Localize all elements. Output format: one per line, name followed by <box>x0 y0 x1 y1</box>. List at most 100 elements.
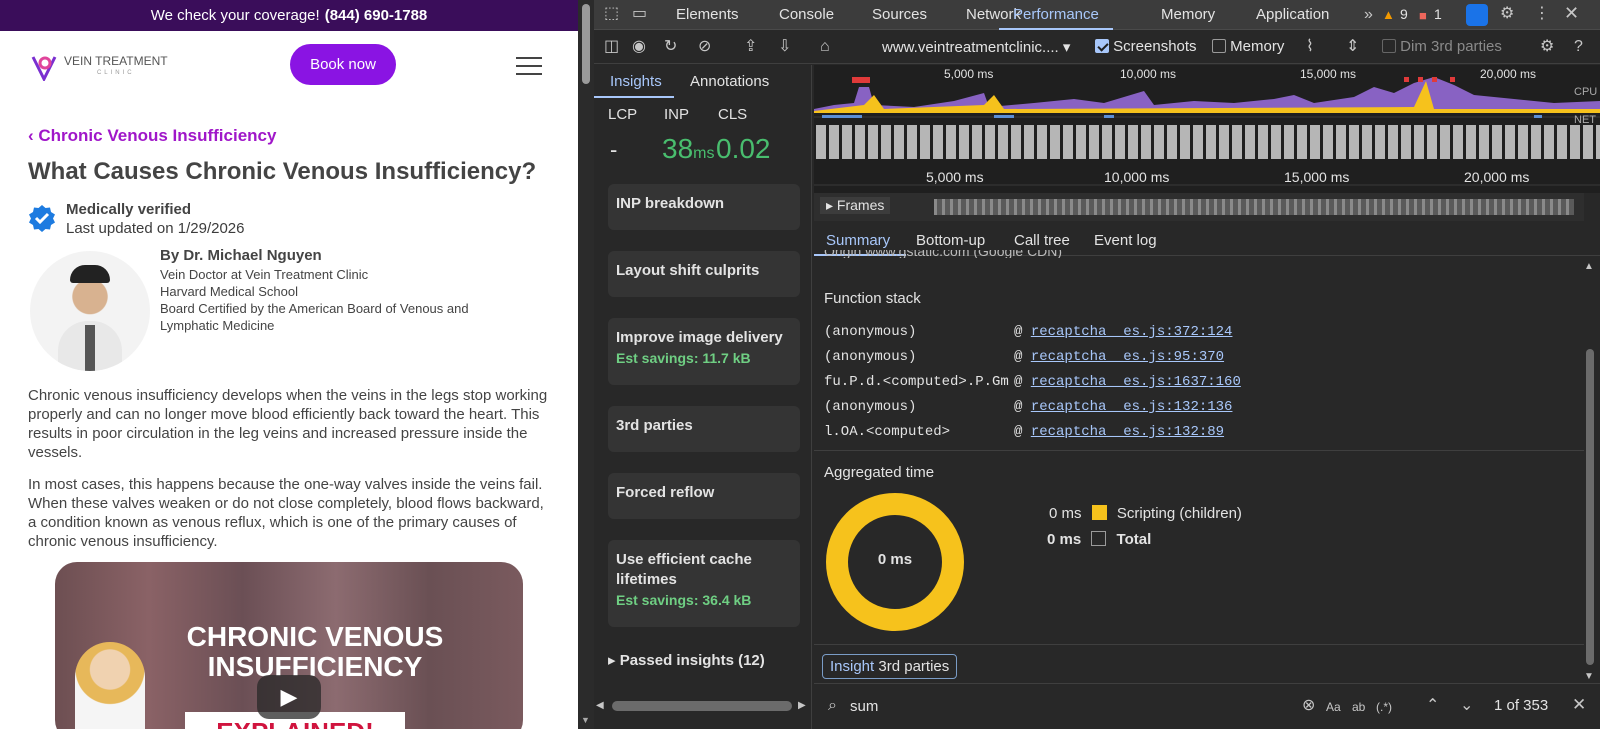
settings-gear-icon[interactable]: ⚙ <box>1500 6 1514 22</box>
net-label: NET <box>1574 114 1596 126</box>
play-icon[interactable]: ▶ <box>257 675 321 719</box>
sidebar-scrollbar[interactable] <box>612 701 792 711</box>
author-name[interactable]: By Dr. Michael Nguyen <box>160 246 530 266</box>
logo-text: VEIN TREATMENT <box>64 54 168 68</box>
scroll-up-icon[interactable]: ▲ <box>1584 259 1594 275</box>
previous-match-icon[interactable]: ⌃ <box>1426 698 1439 714</box>
source-link[interactable]: recaptcha__es.js:95:370 <box>1031 349 1224 365</box>
screenshot-thumbnail <box>842 125 852 159</box>
article-paragraph: Chronic venous insufficiency develops wh… <box>28 387 548 461</box>
hamburger-menu-icon[interactable] <box>516 57 542 75</box>
cls-label: CLS <box>718 106 748 123</box>
regex-icon[interactable]: (.*) <box>1376 699 1392 715</box>
error-icon[interactable]: ■ <box>1419 8 1427 24</box>
capture-settings-icon[interactable]: ⚙ <box>1540 39 1554 55</box>
device-toolbar-icon[interactable]: ▭ <box>632 6 647 22</box>
insight-cache-lifetimes[interactable]: Use efficient cache lifetimes Est savings… <box>608 540 800 627</box>
video-thumbnail[interactable]: CHRONIC VENOUS INSUFFICIENCY EXPLAINED! … <box>55 562 523 729</box>
verification-block: Medically verified Last updated on 1/29/… <box>28 200 245 238</box>
screenshot-thumbnail <box>868 125 878 159</box>
scrollbar-thumb[interactable] <box>582 4 590 84</box>
tab-bottom-up[interactable]: Bottom-up <box>916 232 985 249</box>
record-icon[interactable]: ◉ <box>632 39 646 55</box>
insight-pill[interactable]: Insight 3rd parties <box>822 654 958 679</box>
next-match-icon[interactable]: ⌄ <box>1460 698 1473 714</box>
screenshot-thumbnail <box>1492 125 1502 159</box>
insight-image-delivery[interactable]: Improve image delivery Est savings: 11.7 … <box>608 318 800 385</box>
error-count[interactable]: 1 <box>1434 0 1442 30</box>
reload-record-icon[interactable]: ↻ <box>664 39 677 55</box>
tab-event-log[interactable]: Event log <box>1094 232 1157 249</box>
frames-track-label[interactable]: ▸ Frames <box>820 197 891 214</box>
clear-search-icon[interactable]: ⊗ <box>1302 698 1315 714</box>
breadcrumb[interactable]: ‹ Chronic Venous Insufficiency <box>28 126 276 146</box>
tab-performance[interactable]: Performance <box>999 0 1113 30</box>
timeline-tick: 10,000 ms <box>1104 169 1170 185</box>
match-case-icon[interactable]: Aa <box>1326 699 1341 715</box>
insight-inp-breakdown[interactable]: INP breakdown <box>608 184 800 230</box>
home-icon[interactable]: ⌂ <box>820 39 830 55</box>
warning-count[interactable]: 9 <box>1400 0 1408 30</box>
tab-elements[interactable]: Elements <box>676 0 739 30</box>
tab-sources[interactable]: Sources <box>872 0 927 30</box>
details-scrollbar[interactable] <box>1586 349 1594 665</box>
scroll-left-icon[interactable]: ◀ <box>596 698 604 714</box>
tab-annotations[interactable]: Annotations <box>690 73 769 90</box>
screenshot-thumbnail <box>920 125 930 159</box>
upload-icon[interactable]: ⇪ <box>744 39 757 55</box>
scroll-down-icon[interactable]: ▼ <box>581 715 590 725</box>
more-options-icon[interactable]: ⋮ <box>1534 6 1550 22</box>
whole-word-icon[interactable]: ab <box>1352 699 1365 715</box>
more-tabs-icon[interactable]: » <box>1364 7 1373 23</box>
insight-3rd-parties[interactable]: 3rd parties <box>608 406 800 452</box>
passed-insights-toggle[interactable]: ▸ Passed insights (12) <box>608 651 765 669</box>
screenshot-thumbnail <box>972 125 982 159</box>
source-link[interactable]: recaptcha__es.js:132:89 <box>1031 424 1224 440</box>
timeline-overview[interactable]: 5,000 ms 10,000 ms 15,000 ms 20,000 ms C… <box>814 65 1600 193</box>
source-link[interactable]: recaptcha__es.js:1637:160 <box>1031 374 1241 390</box>
screenshot-thumbnail <box>1453 125 1463 159</box>
source-link[interactable]: recaptcha__es.js:372:124 <box>1031 324 1233 340</box>
warning-icon[interactable]: ▲ <box>1382 7 1395 23</box>
site-logo[interactable]: VEIN TREATMENT CLINIC <box>30 53 168 81</box>
clear-icon[interactable]: ⊘ <box>698 39 711 55</box>
stack-frame: (anonymous) @ recaptcha__es.js:132:136 <box>824 399 1233 415</box>
tab-summary[interactable]: Summary <box>826 232 890 249</box>
frames-track[interactable]: ▸ Frames <box>814 193 1584 221</box>
inspect-element-icon[interactable]: ⬚ <box>604 6 619 22</box>
screenshot-thumbnail <box>1310 125 1320 159</box>
memory-checkbox[interactable]: Memory <box>1212 38 1284 55</box>
screenshots-checkbox[interactable]: Screenshots <box>1095 38 1197 55</box>
tab-call-tree[interactable]: Call tree <box>1014 232 1070 249</box>
stack-frame: (anonymous) @ recaptcha__es.js:95:370 <box>824 349 1225 365</box>
tab-memory[interactable]: Memory <box>1161 0 1215 30</box>
ai-assistance-icon[interactable] <box>1466 4 1488 26</box>
screenshot-thumbnail <box>1297 125 1307 159</box>
garbage-collect-icon[interactable]: ⌇ <box>1306 39 1314 55</box>
coverage-banner[interactable]: We check your coverage! (844) 690-1788 <box>0 0 578 31</box>
help-icon[interactable]: ? <box>1574 39 1583 55</box>
recording-url-select[interactable]: www.veintreatmentclinic.... ▾ <box>882 38 1070 56</box>
screenshot-thumbnail <box>998 125 1008 159</box>
close-devtools-icon[interactable]: ✕ <box>1564 4 1579 22</box>
author-line: Vein Doctor at Vein Treatment Clinic <box>160 267 369 282</box>
logo-subtext: CLINIC <box>96 70 135 76</box>
search-input[interactable] <box>850 694 1290 718</box>
sidebar-toggle-icon[interactable]: ◫ <box>604 39 619 55</box>
insight-layout-shift[interactable]: Layout shift culprits <box>608 251 800 297</box>
source-link[interactable]: recaptcha__es.js:132:136 <box>1031 399 1233 415</box>
download-icon[interactable]: ⇩ <box>778 39 791 55</box>
banner-phone[interactable]: (844) 690-1788 <box>325 7 428 24</box>
tab-application[interactable]: Application <box>1256 0 1329 30</box>
tab-console[interactable]: Console <box>779 0 834 30</box>
close-search-icon[interactable]: ✕ <box>1572 696 1586 713</box>
page-scrollbar[interactable]: ▼ <box>578 0 594 729</box>
screenshot-thumbnail <box>1570 125 1580 159</box>
book-now-button[interactable]: Book now <box>290 44 396 85</box>
screenshot-thumbnail <box>1375 125 1385 159</box>
expand-tracks-icon[interactable]: ⇕ <box>1346 39 1359 55</box>
scroll-right-icon[interactable]: ▶ <box>798 698 806 714</box>
tab-insights[interactable]: Insights <box>610 73 662 90</box>
dim-3rd-parties-checkbox[interactable]: Dim 3rd parties <box>1382 38 1502 55</box>
insight-forced-reflow[interactable]: Forced reflow <box>608 473 800 519</box>
